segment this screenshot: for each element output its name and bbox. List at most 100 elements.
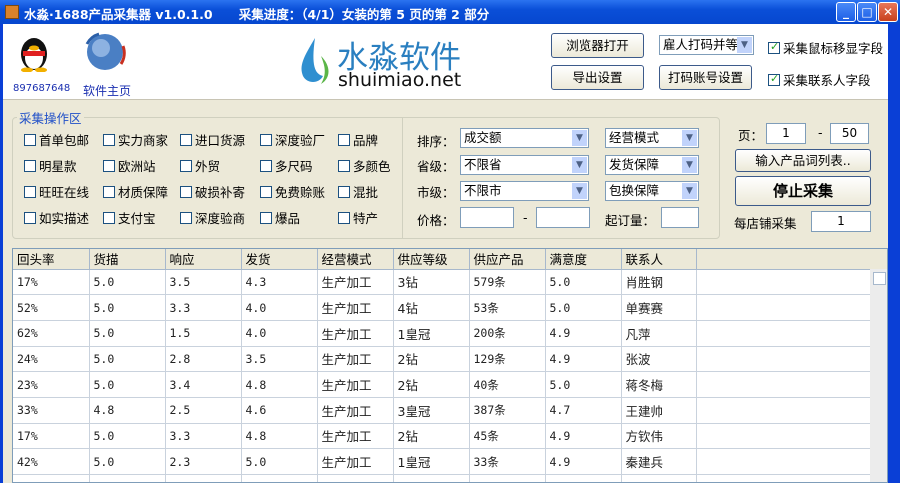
checkbox-icon[interactable] <box>338 185 350 198</box>
filter-checkbox[interactable]: 实力商家 <box>103 130 168 149</box>
filter-checkbox[interactable]: 欧洲站 <box>103 156 156 175</box>
filter-checkbox[interactable]: 材质保障 <box>103 182 168 201</box>
checkbox-icon[interactable] <box>103 211 115 224</box>
column-header[interactable]: 供应产品 <box>469 249 546 270</box>
table-row[interactable]: 24% 5.0 2.8 3.5 生产加工 2钻 129条 4.9 张波 <box>13 346 887 373</box>
filter-checkbox[interactable]: 深度验厂 <box>260 130 325 149</box>
province-select[interactable]: 不限省 ▼ <box>460 155 589 175</box>
filter-checkbox[interactable]: 外贸 <box>180 156 220 175</box>
table-cell: 方钦伟 <box>621 423 697 450</box>
checkbox-icon[interactable] <box>180 185 192 198</box>
checkbox-icon[interactable] <box>24 185 36 198</box>
column-header[interactable]: 回头率 <box>13 249 90 270</box>
export-settings-button[interactable]: 导出设置 <box>551 65 644 90</box>
page-to-input[interactable]: 50 <box>830 123 869 144</box>
table-cell: 62% <box>13 320 90 347</box>
vertical-scrollbar[interactable] <box>870 269 887 482</box>
checkbox-icon[interactable] <box>338 159 350 172</box>
price-max-input[interactable] <box>536 207 590 228</box>
checkbox-icon[interactable] <box>260 185 272 198</box>
column-header[interactable]: 发货 <box>241 249 318 270</box>
homepage-link[interactable]: 软件主页 <box>83 82 131 99</box>
exchange-guarantee-select[interactable]: 包换保障 ▼ <box>605 181 699 201</box>
filter-checkbox[interactable]: 深度验商 <box>180 208 245 227</box>
table-cell: 4.9 <box>545 346 622 373</box>
price-min-input[interactable] <box>460 207 514 228</box>
checkbox-icon[interactable] <box>24 133 36 146</box>
checkbox-icon[interactable] <box>24 211 36 224</box>
moq-input[interactable] <box>661 207 699 228</box>
filter-checkbox[interactable]: 如实描述 <box>24 208 89 227</box>
table-cell <box>317 474 394 482</box>
table-row[interactable]: 42% 5.0 2.3 5.0 生产加工 1皇冠 33条 4.9 秦建兵 <box>13 448 887 475</box>
minimize-button[interactable]: _ <box>836 2 856 22</box>
checkbox-icon[interactable] <box>180 159 192 172</box>
filter-checkbox[interactable]: 破损补寄 <box>180 182 245 201</box>
checkbox-icon[interactable] <box>180 211 192 224</box>
business-mode-select[interactable]: 经营模式 ▼ <box>605 128 699 148</box>
checkbox-icon[interactable] <box>768 72 780 86</box>
filter-checkbox[interactable]: 特产 <box>338 208 378 227</box>
shipping-guarantee-select[interactable]: 发货保障 ▼ <box>605 155 699 175</box>
collect-mouse-fields-checkbox[interactable]: 采集鼠标移显字段 <box>768 38 883 57</box>
checkbox-icon[interactable] <box>103 185 115 198</box>
table-row[interactable]: 17% 5.0 3.5 4.3 生产加工 3钻 579条 5.0 肖胜钢 <box>13 269 887 296</box>
chevron-down-icon: ▼ <box>572 130 587 146</box>
per-shop-input[interactable]: 1 <box>811 211 871 232</box>
filter-checkbox[interactable]: 旺旺在线 <box>24 182 89 201</box>
filter-checkbox[interactable]: 多颜色 <box>338 156 391 175</box>
chevron-down-icon: ▼ <box>682 183 697 199</box>
scroll-thumb[interactable] <box>873 272 886 285</box>
column-header[interactable]: 货描 <box>89 249 166 270</box>
globe-icon[interactable] <box>77 30 137 74</box>
checkbox-icon[interactable] <box>338 133 350 146</box>
column-header[interactable]: 满意度 <box>545 249 622 270</box>
column-header[interactable]: 经营模式 <box>317 249 394 270</box>
checkbox-icon[interactable] <box>260 133 272 146</box>
table-cell: 33条 <box>469 448 546 475</box>
filter-checkbox[interactable]: 明星款 <box>24 156 77 175</box>
captcha-account-button[interactable]: 打码账号设置 <box>659 65 752 90</box>
filter-checkbox[interactable]: 首单包邮 <box>24 130 89 149</box>
table-row[interactable]: 62% 5.0 1.5 4.0 生产加工 1皇冠 200条 4.9 凡萍 <box>13 320 887 347</box>
table-row[interactable]: 52% 5.0 3.3 4.0 生产加工 4钻 53条 5.0 单赛赛 <box>13 294 887 321</box>
column-header[interactable]: 响应 <box>165 249 242 270</box>
checkbox-icon[interactable] <box>103 159 115 172</box>
page-from-input[interactable]: 1 <box>766 123 806 144</box>
column-header[interactable]: 联系人 <box>621 249 697 270</box>
captcha-mode-select[interactable]: 雇人打码并等 ▼ <box>659 35 754 55</box>
city-select[interactable]: 不限市 ▼ <box>460 181 589 201</box>
checkbox-icon[interactable] <box>260 159 272 172</box>
qq-penguin-icon[interactable] <box>17 32 51 73</box>
checkbox-icon[interactable] <box>24 159 36 172</box>
column-header[interactable] <box>696 249 887 270</box>
table-row[interactable]: 33% 4.8 2.5 4.6 生产加工 3皇冠 387条 4.7 王建帅 <box>13 397 887 424</box>
maximize-button[interactable]: □ <box>857 2 877 22</box>
table-cell: 5.0 <box>241 448 318 475</box>
page-dash: - <box>818 125 823 140</box>
checkbox-icon[interactable] <box>103 133 115 146</box>
title-bar: 水淼·1688产品采集器 v1.0.1.0 采集进度：（4/1）女装的第 5 页… <box>0 0 900 24</box>
table-row[interactable]: 17% 5.0 3.3 4.8 生产加工 2钻 45条 4.9 方钦伟 <box>13 423 887 450</box>
sort-select[interactable]: 成交额 ▼ <box>460 128 589 148</box>
table-row[interactable] <box>13 474 887 482</box>
filter-checkbox[interactable]: 混批 <box>338 182 378 201</box>
filter-checkbox[interactable]: 品牌 <box>338 130 378 149</box>
checkbox-icon[interactable] <box>338 211 350 224</box>
checkbox-icon[interactable] <box>180 133 192 146</box>
filter-checkbox[interactable]: 支付宝 <box>103 208 156 227</box>
qq-number[interactable]: 897687648 <box>13 83 70 94</box>
filter-checkbox[interactable]: 进口货源 <box>180 130 245 149</box>
column-header[interactable]: 供应等级 <box>393 249 470 270</box>
checkbox-icon[interactable] <box>768 40 780 54</box>
table-row[interactable]: 23% 5.0 3.4 4.8 生产加工 2钻 40条 5.0 蒋冬梅 <box>13 371 887 398</box>
open-browser-button[interactable]: 浏览器打开 <box>551 33 644 58</box>
stop-collect-button[interactable]: 停止采集 <box>735 176 871 206</box>
collect-contact-checkbox[interactable]: 采集联系人字段 <box>768 70 871 89</box>
filter-checkbox[interactable]: 爆品 <box>260 208 300 227</box>
close-button[interactable]: ✕ <box>878 2 898 22</box>
keyword-list-button[interactable]: 输入产品词列表.. <box>735 149 871 172</box>
checkbox-icon[interactable] <box>260 211 272 224</box>
filter-checkbox[interactable]: 多尺码 <box>260 156 313 175</box>
filter-checkbox[interactable]: 免费赊账 <box>260 182 325 201</box>
